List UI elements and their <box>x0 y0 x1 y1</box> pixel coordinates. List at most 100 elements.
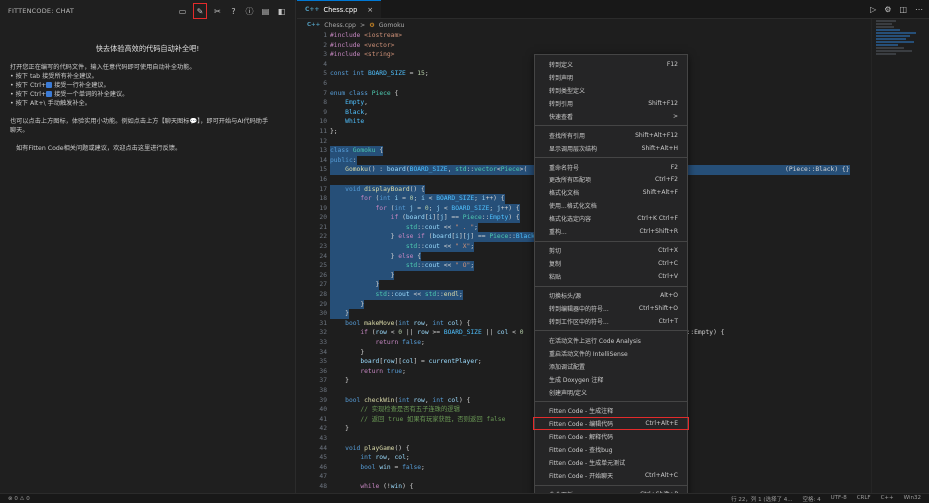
menu-item[interactable]: 格式化文档 Shift+Alt+F <box>535 186 687 199</box>
welcome-content: 快去体验高效的代码自动补全吧! 打开您正在编写的代码文件，输入任意代码即可使用自… <box>0 22 295 159</box>
feedback-link[interactable]: 如有Fitten Code相关问题或建议，欢迎点击这里进行反馈。 <box>10 144 285 153</box>
menu-item-label: 快速查看 <box>549 113 574 121</box>
feature-hint-suffix: 】，即可开始与AI代码助手 <box>197 118 269 125</box>
menu-item-label: 在活动文件上运行 Code Analysis <box>549 337 641 345</box>
breadcrumb: C++ Chess.cpp > ⚙ Gomoku <box>297 19 929 31</box>
menu-item[interactable]: 转到工作区中的符号... Ctrl+T <box>535 315 687 328</box>
indentation[interactable]: 空格: 4 <box>803 495 821 503</box>
menu-item[interactable]: 快速查看 > <box>535 110 687 123</box>
menu-item[interactable]: 格式化选定内容 Ctrl+K Ctrl+F <box>535 212 687 225</box>
menu-item-shortcut: Shift+Alt+H <box>641 144 678 152</box>
split-editor-icon[interactable]: ◫ <box>899 5 907 14</box>
layout-icon[interactable]: ◧ <box>276 6 287 17</box>
menu-item[interactable]: 剪切 Ctrl+X <box>535 244 687 257</box>
more-actions-icon[interactable]: ⋯ <box>915 5 923 14</box>
help-icon[interactable]: ? <box>228 6 239 17</box>
menu-item-label: 格式化选定内容 <box>549 216 592 224</box>
panel-toolbar: ▭ ✎ ✂ ? ⓘ ▤ ◧ <box>177 3 287 19</box>
menu-item-shortcut: Ctrl+X <box>658 247 678 255</box>
menu-item-shortcut: Alt+O <box>660 291 678 299</box>
line-ending[interactable]: CRLF <box>857 495 871 503</box>
chat-icon[interactable]: ▭ <box>177 6 188 17</box>
close-icon[interactable]: × <box>367 6 373 14</box>
tools-icon[interactable]: ✂ <box>212 6 223 17</box>
language-mode[interactable]: C++ <box>881 495 894 503</box>
menu-item[interactable]: 复制 Ctrl+C <box>535 257 687 270</box>
menu-item[interactable]: 在活动文件上运行 Code Analysis <box>535 334 687 347</box>
menu-item-label: 重启活动文件的 IntelliSense <box>549 350 628 358</box>
menu-item[interactable]: 更改所有匹配项 Ctrl+F2 <box>535 174 687 187</box>
menu-item[interactable]: 转到引用 Shift+F12 <box>535 97 687 110</box>
platform[interactable]: Win32 <box>904 495 921 503</box>
tip-line-accept: • 按下 Ctrl+ 接受一行补全建议。 <box>10 81 285 90</box>
menu-item-shortcut: F12 <box>666 60 678 68</box>
menu-item-label: 转到工作区中的符号... <box>549 318 609 326</box>
menu-item-label: 重命名符号 <box>549 164 580 172</box>
tip-word-accept: • 按下 Ctrl+ 接受一个单词的补全建议。 <box>10 90 285 99</box>
menu-separator <box>535 240 687 242</box>
menu-item-shortcut: Ctrl+Alt+C <box>644 472 678 480</box>
menu-item[interactable]: 查找所有引用 Shift+Alt+F12 <box>535 129 687 142</box>
menu-item[interactable]: Fitten Code - 解释代码 <box>535 430 687 443</box>
menu-item-label: 更改所有匹配项 <box>549 177 592 185</box>
menu-item[interactable]: Fitten Code - 开始聊天 Ctrl+Alt+C <box>535 469 687 482</box>
menu-item-shortcut: Ctrl+Shift+O <box>638 304 678 312</box>
menu-item-label: 剪切 <box>549 248 562 256</box>
code-tail: (Piece::Black) {} <box>785 166 850 174</box>
menu-item-shortcut: Ctrl+K Ctrl+F <box>637 215 678 223</box>
status-right: 行 22，列 1 (选择了 4... 空格: 4 UTF-8 CRLF C++ … <box>731 495 921 503</box>
menu-item-label: 显示调用层次结构 <box>549 145 598 153</box>
menu-item[interactable]: 生成 Doxygen 注释 <box>535 373 687 386</box>
info-icon[interactable]: ⓘ <box>244 6 255 17</box>
menu-item[interactable]: Fitten Code - 生成单元测试 <box>535 456 687 469</box>
menu-item[interactable]: 重命名符号 F2 <box>535 161 687 174</box>
fitten-chat-panel: FITTENCODE: CHAT ▭ ✎ ✂ ? ⓘ ▤ ◧ 快去体验高效的代码… <box>0 0 296 493</box>
menu-item[interactable]: 添加调试配置 <box>535 360 687 373</box>
breadcrumb-symbol[interactable]: Gomoku <box>379 22 405 29</box>
document-icon[interactable]: ▤ <box>260 6 271 17</box>
menu-item[interactable]: 转到编辑器中的符号... Ctrl+Shift+O <box>535 302 687 315</box>
menu-item[interactable]: Fitten Code - 生成注释 <box>535 405 687 418</box>
menu-separator <box>535 285 687 287</box>
menu-item-label: 复制 <box>549 261 562 269</box>
menu-item[interactable]: 重构... Ctrl+Shift+R <box>535 225 687 238</box>
tip-manual-trigger: • 按下 Alt+\ 手动触发补全。 <box>10 100 91 107</box>
menu-item-shortcut: Ctrl+Shift+R <box>639 228 678 236</box>
menu-item[interactable]: 显示调用层次结构 Shift+Alt+H <box>535 142 687 155</box>
menu-item[interactable]: 使用...格式化文档 <box>535 199 687 212</box>
menu-item[interactable]: 转到定义 F12 <box>535 58 687 71</box>
tab-chess-cpp[interactable]: C++ Chess.cpp × <box>297 0 382 18</box>
editor-context-menu: 转到定义 F12 转到声明 转到类型定义 转到引用 Shift+F12 快速查看 > 查找所有引… <box>533 54 689 499</box>
breadcrumb-file[interactable]: Chess.cpp <box>324 22 356 29</box>
menu-item[interactable]: 创建声明/定义 <box>535 386 687 399</box>
menu-separator <box>535 330 687 332</box>
menu-item-shortcut: Shift+F12 <box>648 99 678 107</box>
editor-actions: ▷ ⚙ ◫ ⋯ <box>870 0 929 18</box>
run-debug-icon[interactable]: ▷ <box>870 5 876 14</box>
menu-item-label: 格式化文档 <box>549 190 580 198</box>
encoding[interactable]: UTF-8 <box>831 495 847 503</box>
menu-item[interactable]: 粘贴 Ctrl+V <box>535 270 687 283</box>
menu-item[interactable]: Fitten Code - 查找bug <box>535 443 687 456</box>
menu-item-shortcut: Ctrl+F2 <box>655 176 678 184</box>
settings-icon[interactable]: ⚙ <box>884 5 891 14</box>
cpp-file-icon: C++ <box>307 22 321 28</box>
tip-word-accept-prefix: • 按下 Ctrl+ <box>10 91 47 98</box>
minimap[interactable] <box>871 19 929 493</box>
menu-item-label: Fitten Code - 查找bug <box>549 447 613 455</box>
menu-item[interactable]: 切换标头/源 Alt+O <box>535 289 687 302</box>
menu-item[interactable]: Fitten Code - 编辑代码 Ctrl+Alt+E <box>533 417 689 431</box>
menu-item-shortcut: Shift+Alt+F12 <box>635 131 678 139</box>
chevron-right-icon: > <box>360 21 366 29</box>
menu-item-label: 粘贴 <box>549 274 562 282</box>
menu-item-label: 添加调试配置 <box>549 363 586 371</box>
edit-icon[interactable]: ✎ <box>193 3 207 19</box>
panel-title: FITTENCODE: CHAT <box>8 7 75 15</box>
menu-item-shortcut: > <box>672 112 678 120</box>
menu-item[interactable]: 转到声明 <box>535 71 687 84</box>
menu-item[interactable]: 转到类型定义 <box>535 84 687 97</box>
problems-indicator[interactable]: ⊗ 0 ⚠ 0 <box>8 496 30 502</box>
cursor-position[interactable]: 行 22，列 1 (选择了 4... <box>731 495 792 503</box>
menu-item-shortcut: Shift+Alt+F <box>642 189 678 197</box>
menu-item[interactable]: 重启活动文件的 IntelliSense <box>535 347 687 360</box>
